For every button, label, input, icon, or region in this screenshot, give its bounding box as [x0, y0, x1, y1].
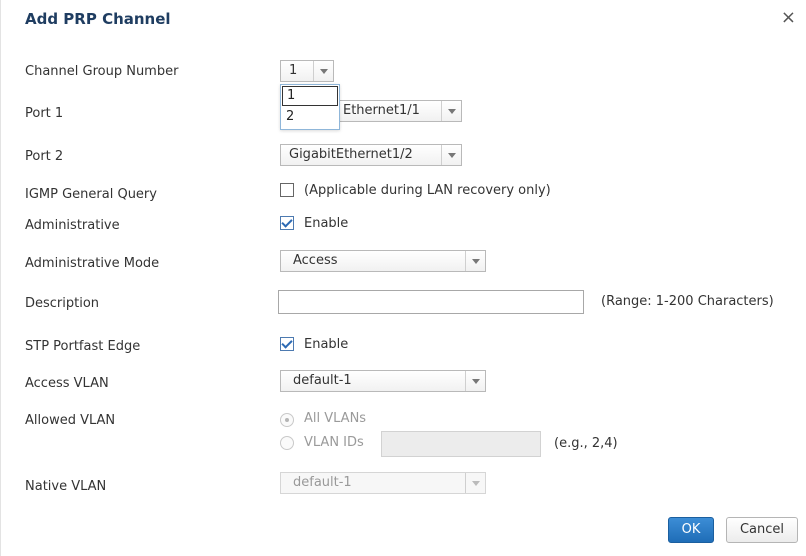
chevron-down-icon[interactable] — [465, 251, 485, 271]
port2-label: Port 2 — [25, 149, 64, 164]
port2-value: GigabitEthernet1/2 — [289, 147, 413, 162]
vlan-ids-radio[interactable] — [280, 436, 294, 450]
channel-group-value: 1 — [289, 63, 298, 78]
admin-mode-value: Access — [293, 253, 338, 268]
dialog-title: Add PRP Channel — [25, 10, 171, 28]
vlan-ids-input[interactable] — [381, 431, 541, 457]
vlan-ids-text: VLAN IDs — [304, 435, 364, 450]
add-prp-channel-dialog: Add PRP Channel × Channel Group Number 1… — [0, 0, 806, 556]
channel-group-select[interactable]: 1 — [280, 60, 334, 82]
vlan-ids-hint: (e.g., 2,4) — [554, 436, 618, 451]
chevron-down-icon[interactable] — [441, 101, 461, 121]
access-vlan-label: Access VLAN — [25, 376, 109, 391]
port2-select[interactable]: GigabitEthernet1/2 — [280, 144, 462, 166]
chevron-down-icon[interactable] — [465, 473, 485, 493]
native-vlan-label: Native VLAN — [25, 479, 107, 494]
chevron-down-icon[interactable] — [441, 145, 461, 165]
dropdown-option-2[interactable]: 2 — [281, 107, 339, 129]
access-vlan-value: default-1 — [293, 373, 352, 388]
dropdown-option-1[interactable]: 1 — [282, 86, 338, 106]
stp-enable-text: Enable — [304, 337, 349, 352]
all-vlans-text: All VLANs — [304, 411, 367, 426]
description-label: Description — [25, 296, 100, 311]
igmp-checkbox[interactable] — [280, 183, 294, 197]
stp-label: STP Portfast Edge — [25, 339, 141, 354]
channel-group-label: Channel Group Number — [25, 64, 179, 79]
description-input[interactable] — [278, 290, 584, 314]
all-vlans-radio[interactable] — [280, 413, 294, 427]
chevron-down-icon[interactable] — [465, 371, 485, 391]
access-vlan-select[interactable]: default-1 — [280, 370, 486, 392]
native-vlan-value: default-1 — [293, 475, 352, 490]
port1-value: Ethernet1/1 — [343, 103, 420, 118]
ok-button[interactable]: OK — [668, 517, 714, 543]
admin-mode-select[interactable]: Access — [280, 250, 486, 272]
native-vlan-select[interactable]: default-1 — [280, 472, 486, 494]
administrative-enable-text: Enable — [304, 216, 349, 231]
port1-label: Port 1 — [25, 106, 64, 121]
description-hint: (Range: 1-200 Characters) — [601, 294, 774, 309]
admin-mode-label: Administrative Mode — [25, 256, 160, 271]
administrative-checkbox[interactable] — [280, 216, 294, 230]
cancel-button[interactable]: Cancel — [726, 517, 798, 543]
allowed-vlan-label: Allowed VLAN — [25, 413, 116, 428]
igmp-label: IGMP General Query — [25, 187, 157, 202]
administrative-label: Administrative — [25, 218, 120, 233]
channel-group-dropdown: 1 2 — [280, 84, 340, 130]
stp-checkbox[interactable] — [280, 337, 294, 351]
close-icon[interactable]: × — [781, 8, 796, 28]
igmp-checkbox-text: (Applicable during LAN recovery only) — [304, 183, 551, 198]
chevron-down-icon[interactable] — [313, 61, 333, 81]
